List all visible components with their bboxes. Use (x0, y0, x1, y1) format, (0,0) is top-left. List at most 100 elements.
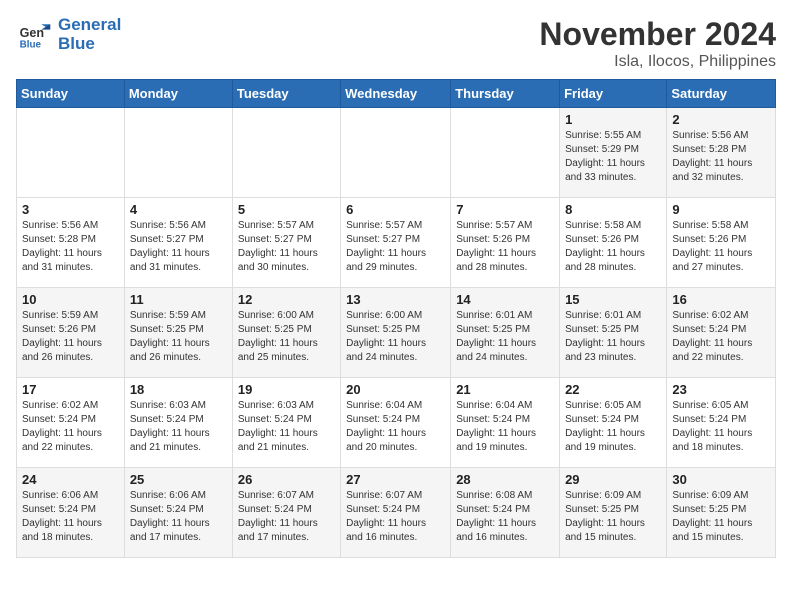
day-info: Sunrise: 5:57 AM Sunset: 5:27 PM Dayligh… (346, 219, 445, 275)
day-number: 23 (672, 382, 770, 397)
day-number: 9 (672, 202, 770, 217)
calendar-cell: 1 Sunrise: 5:55 AM Sunset: 5:29 PM Daylig… (560, 108, 667, 198)
day-number: 7 (456, 202, 554, 217)
day-info: Sunrise: 6:00 AM Sunset: 5:25 PM Dayligh… (346, 309, 445, 365)
weekday-header-tuesday: Tuesday (232, 80, 340, 108)
calendar-cell: 14Sunrise: 6:01 AM Sunset: 5:25 PM Dayli… (451, 288, 560, 378)
day-number: 5 (238, 202, 335, 217)
calendar-cell (124, 108, 232, 198)
calendar-cell: 16Sunrise: 6:02 AM Sunset: 5:24 PM Dayli… (667, 288, 776, 378)
day-info: Sunrise: 6:03 AM Sunset: 5:24 PM Dayligh… (130, 399, 227, 455)
weekday-header-row: SundayMondayTuesdayWednesdayThursdayFrid… (17, 80, 776, 108)
week-row-4: 17 Sunrise: 6:02 AM Sunset: 5:24 PM Dayli… (17, 378, 776, 468)
week-row-2: 3 Sunrise: 5:56 AM Sunset: 5:28 PM Daylig… (17, 198, 776, 288)
day-info: Sunrise: 6:08 AM Sunset: 5:24 PM Dayligh… (456, 489, 554, 545)
day-number: 25 (130, 472, 227, 487)
day-number: 29 (565, 472, 661, 487)
calendar-cell: 28 Sunrise: 6:08 AM Sunset: 5:24 PM Dayli… (451, 468, 560, 558)
day-number: 24 (22, 472, 119, 487)
day-info: Sunrise: 6:02 AM Sunset: 5:24 PM Dayligh… (22, 399, 119, 455)
calendar-cell: 27 Sunrise: 6:07 AM Sunset: 5:24 PM Dayli… (341, 468, 451, 558)
week-row-1: 1 Sunrise: 5:55 AM Sunset: 5:29 PM Daylig… (17, 108, 776, 198)
day-number: 16 (672, 292, 770, 307)
day-number: 30 (672, 472, 770, 487)
day-info: Sunrise: 6:05 AM Sunset: 5:24 PM Dayligh… (672, 399, 770, 455)
weekday-header-sunday: Sunday (17, 80, 125, 108)
day-info: Sunrise: 5:56 AM Sunset: 5:28 PM Dayligh… (22, 219, 119, 275)
day-number: 26 (238, 472, 335, 487)
title-block: November 2024 Isla, Ilocos, Philippines (539, 16, 776, 71)
calendar-cell: 4 Sunrise: 5:56 AM Sunset: 5:27 PM Daylig… (124, 198, 232, 288)
day-number: 27 (346, 472, 445, 487)
weekday-header-thursday: Thursday (451, 80, 560, 108)
calendar-cell: 10 Sunrise: 5:59 AM Sunset: 5:26 PM Dayli… (17, 288, 125, 378)
logo-general: General (58, 15, 121, 34)
day-info: Sunrise: 5:56 AM Sunset: 5:27 PM Dayligh… (130, 219, 227, 275)
month-year: November 2024 (539, 16, 776, 53)
week-row-3: 10 Sunrise: 5:59 AM Sunset: 5:26 PM Dayli… (17, 288, 776, 378)
day-info: Sunrise: 6:04 AM Sunset: 5:24 PM Dayligh… (456, 399, 554, 455)
calendar-cell: 6Sunrise: 5:57 AM Sunset: 5:27 PM Daylig… (341, 198, 451, 288)
calendar-cell: 2 Sunrise: 5:56 AM Sunset: 5:28 PM Daylig… (667, 108, 776, 198)
day-info: Sunrise: 5:59 AM Sunset: 5:25 PM Dayligh… (130, 309, 227, 365)
weekday-header-saturday: Saturday (667, 80, 776, 108)
calendar-cell: 18 Sunrise: 6:03 AM Sunset: 5:24 PM Dayli… (124, 378, 232, 468)
calendar-cell: 9 Sunrise: 5:58 AM Sunset: 5:26 PM Daylig… (667, 198, 776, 288)
logo-blue: Blue (58, 35, 121, 54)
calendar-cell (341, 108, 451, 198)
day-info: Sunrise: 5:57 AM Sunset: 5:26 PM Dayligh… (456, 219, 554, 275)
day-info: Sunrise: 5:56 AM Sunset: 5:28 PM Dayligh… (672, 129, 770, 185)
calendar-cell: 8Sunrise: 5:58 AM Sunset: 5:26 PM Daylig… (560, 198, 667, 288)
calendar-table: SundayMondayTuesdayWednesdayThursdayFrid… (16, 79, 776, 558)
calendar-cell: 22 Sunrise: 6:05 AM Sunset: 5:24 PM Dayli… (560, 378, 667, 468)
calendar-cell: 23 Sunrise: 6:05 AM Sunset: 5:24 PM Dayli… (667, 378, 776, 468)
day-info: Sunrise: 6:07 AM Sunset: 5:24 PM Dayligh… (238, 489, 335, 545)
day-info: Sunrise: 5:57 AM Sunset: 5:27 PM Dayligh… (238, 219, 335, 275)
weekday-header-monday: Monday (124, 80, 232, 108)
calendar-cell: 12Sunrise: 6:00 AM Sunset: 5:25 PM Dayli… (232, 288, 340, 378)
calendar-cell: 25 Sunrise: 6:06 AM Sunset: 5:24 PM Dayli… (124, 468, 232, 558)
calendar-cell: 17 Sunrise: 6:02 AM Sunset: 5:24 PM Dayli… (17, 378, 125, 468)
day-number: 21 (456, 382, 554, 397)
week-row-5: 24 Sunrise: 6:06 AM Sunset: 5:24 PM Dayli… (17, 468, 776, 558)
calendar-cell: 3 Sunrise: 5:56 AM Sunset: 5:28 PM Daylig… (17, 198, 125, 288)
header: Gen Blue General Blue November 2024 Isla… (16, 16, 776, 71)
day-number: 4 (130, 202, 227, 217)
day-info: Sunrise: 6:00 AM Sunset: 5:25 PM Dayligh… (238, 309, 335, 365)
day-info: Sunrise: 6:07 AM Sunset: 5:24 PM Dayligh… (346, 489, 445, 545)
day-info: Sunrise: 6:06 AM Sunset: 5:24 PM Dayligh… (22, 489, 119, 545)
calendar-cell (17, 108, 125, 198)
day-number: 15 (565, 292, 661, 307)
svg-text:Gen: Gen (20, 25, 44, 39)
day-info: Sunrise: 5:59 AM Sunset: 5:26 PM Dayligh… (22, 309, 119, 365)
calendar-cell: 24 Sunrise: 6:06 AM Sunset: 5:24 PM Dayli… (17, 468, 125, 558)
day-info: Sunrise: 5:55 AM Sunset: 5:29 PM Dayligh… (565, 129, 661, 185)
day-number: 13 (346, 292, 445, 307)
weekday-header-wednesday: Wednesday (341, 80, 451, 108)
day-number: 17 (22, 382, 119, 397)
day-number: 18 (130, 382, 227, 397)
day-number: 8 (565, 202, 661, 217)
day-number: 22 (565, 382, 661, 397)
day-number: 28 (456, 472, 554, 487)
calendar-cell: 21 Sunrise: 6:04 AM Sunset: 5:24 PM Dayli… (451, 378, 560, 468)
calendar-cell: 20 Sunrise: 6:04 AM Sunset: 5:24 PM Dayli… (341, 378, 451, 468)
day-number: 10 (22, 292, 119, 307)
calendar-cell: 30Sunrise: 6:09 AM Sunset: 5:25 PM Dayli… (667, 468, 776, 558)
day-number: 11 (130, 292, 227, 307)
day-number: 2 (672, 112, 770, 127)
calendar-cell: 19Sunrise: 6:03 AM Sunset: 5:24 PM Dayli… (232, 378, 340, 468)
day-info: Sunrise: 6:01 AM Sunset: 5:25 PM Dayligh… (565, 309, 661, 365)
logo-icon: Gen Blue (16, 17, 52, 53)
day-number: 1 (565, 112, 661, 127)
calendar-cell: 26 Sunrise: 6:07 AM Sunset: 5:24 PM Dayli… (232, 468, 340, 558)
day-info: Sunrise: 5:58 AM Sunset: 5:26 PM Dayligh… (672, 219, 770, 275)
day-info: Sunrise: 6:04 AM Sunset: 5:24 PM Dayligh… (346, 399, 445, 455)
day-info: Sunrise: 6:05 AM Sunset: 5:24 PM Dayligh… (565, 399, 661, 455)
day-info: Sunrise: 6:03 AM Sunset: 5:24 PM Dayligh… (238, 399, 335, 455)
day-number: 3 (22, 202, 119, 217)
day-number: 20 (346, 382, 445, 397)
location: Isla, Ilocos, Philippines (539, 53, 776, 71)
day-info: Sunrise: 6:06 AM Sunset: 5:24 PM Dayligh… (130, 489, 227, 545)
calendar-cell: 13 Sunrise: 6:00 AM Sunset: 5:25 PM Dayli… (341, 288, 451, 378)
